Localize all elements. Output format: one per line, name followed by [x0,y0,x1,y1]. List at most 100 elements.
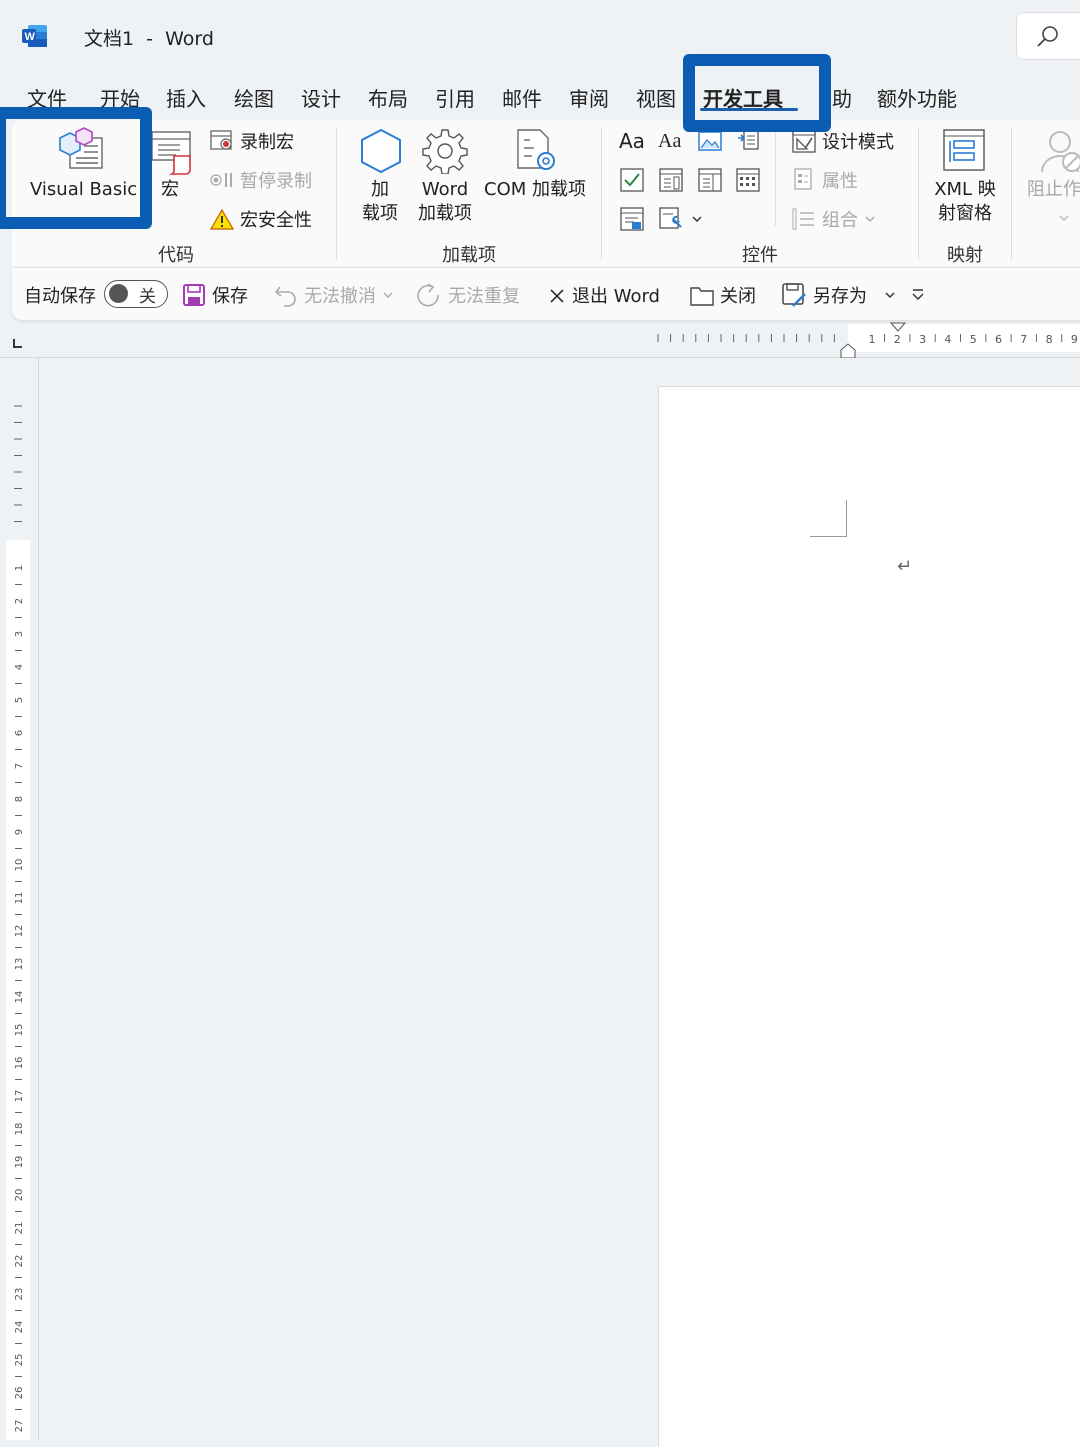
window-title: 文档1 - Word [84,28,214,50]
save-as-icon [782,283,806,307]
warning-icon [210,208,234,230]
ruler-number: 9 [1071,333,1078,346]
ruler-number: 5 [14,697,25,703]
highlight-developer-tab [683,54,831,132]
group-label: 组合 [822,210,858,231]
design-mode-icon [792,129,816,153]
ruler-number: 18 [14,1123,25,1136]
tab-selector-icon[interactable] [12,334,24,353]
ruler-number: 17 [14,1090,25,1103]
addins-button[interactable]: 加 载项 [360,178,400,226]
close-label: 关闭 [720,286,756,307]
redo-label: 无法重复 [448,286,520,307]
macros-icon [150,130,196,180]
tab-help[interactable]: 助 [832,83,852,112]
group-separator [918,128,919,260]
exit-word-button[interactable]: 退出 Word [548,282,660,308]
autosave-toggle[interactable]: 关 [104,280,168,308]
autosave-label: 自动保存 [24,286,96,307]
ruler-number: 16 [14,1057,25,1070]
macros-button[interactable]: 宏 [158,178,182,202]
design-mode-label: 设计模式 [822,132,894,153]
legacy-tools-button[interactable] [659,207,703,231]
undo-button: 无法撤消 [274,282,394,308]
undo-label: 无法撤消 [304,286,376,307]
undo-icon [274,286,296,307]
xml-mapping-icon [942,128,988,178]
ruler-number: 14 [14,991,25,1004]
combo-box-control-icon[interactable] [659,168,683,196]
pause-recording-label: 暂停录制 [240,171,312,192]
tab-draw[interactable]: 绘图 [234,83,274,112]
ruler-number: 7 [1020,333,1027,346]
toggle-knob [109,284,128,303]
tab-insert[interactable]: 插入 [166,83,206,112]
tab-layout[interactable]: 布局 [368,83,408,112]
ruler-number: 7 [14,763,25,769]
chevron-down-icon [865,216,875,223]
macro-security-button[interactable]: 宏安全性 [210,206,312,232]
xml-mapping-pane-button[interactable]: XML 映 射窗格 [928,178,1002,226]
ruler-number: 1 [14,565,25,571]
save-button[interactable]: 保存 [182,282,248,308]
word-app-icon: W [22,24,48,48]
save-as-button[interactable]: 另存为 [781,282,897,308]
ruler-number: 23 [14,1288,25,1301]
ruler-number: 26 [14,1387,25,1400]
group-label-code: 代码 [158,245,194,266]
close-document-button[interactable]: 关闭 [690,282,756,308]
tab-review[interactable]: 审阅 [569,83,609,112]
tab-mailings[interactable]: 邮件 [502,83,542,112]
ruler-number: 2 [894,333,901,346]
group-button: 组合 [792,206,876,232]
ruler-number: 8 [14,796,25,802]
save-as-label: 另存为 [813,286,867,307]
ruler-number: 25 [14,1354,25,1367]
legacy-tools-icon [659,207,682,229]
ruler-number: 27 [14,1420,25,1433]
paragraph-mark: ↵ [897,556,913,577]
block-authors-icon [1040,128,1080,178]
date-picker-control-icon[interactable] [736,168,760,196]
rich-text-control-button[interactable]: Aa [619,129,645,153]
search-box[interactable] [1016,12,1080,60]
tab-design[interactable]: 设计 [301,83,341,112]
ruler-number: 24 [14,1321,25,1334]
ruler-number: 10 [14,859,25,872]
picture-control-icon[interactable] [698,130,722,156]
save-label: 保存 [212,286,248,307]
pause-icon [210,173,232,187]
ruler-number: 11 [14,892,25,905]
horizontal-ruler[interactable]: 1 2 3 4 5 6 7 8 9 [40,322,1080,358]
exit-word-label: 退出 Word [572,286,660,307]
document-page[interactable] [658,386,1080,1447]
tab-addins-extra[interactable]: 额外功能 [877,83,957,112]
chevron-down-icon [383,292,393,298]
vertical-ruler[interactable]: 1234567891011121314151617181920212223242… [6,400,30,1440]
com-addins-button[interactable]: COM 加载项 [482,178,588,202]
ruler-divider [38,358,39,1440]
ruler-number: 3 [919,333,926,346]
block-authors-button: 阻止作 [1027,179,1080,200]
highlight-visual-basic [0,107,152,229]
margin-crop-mark [846,500,847,537]
ruler-number: 1 [869,333,876,346]
record-macro-button[interactable]: 录制宏 [210,128,294,154]
group-separator [601,128,602,260]
building-block-control-icon[interactable] [736,130,760,156]
customize-toolbar-icon[interactable] [910,287,926,306]
ruler-number: 15 [14,1024,25,1037]
ruler-number: 20 [14,1189,25,1202]
com-addins-icon [514,128,560,178]
repeating-section-control-icon[interactable] [620,207,644,235]
record-macro-label: 录制宏 [240,132,294,153]
checkbox-control-icon[interactable] [620,168,644,196]
ruler-number: 6 [995,333,1002,346]
redo-icon [417,283,439,307]
tab-references[interactable]: 引用 [435,83,475,112]
dropdown-list-control-icon[interactable] [698,168,722,196]
word-addins-button[interactable]: Word 加载项 [416,178,474,226]
plain-text-control-button[interactable]: Aa [658,129,681,153]
margin-crop-mark [810,536,847,537]
tab-view[interactable]: 视图 [636,83,676,112]
